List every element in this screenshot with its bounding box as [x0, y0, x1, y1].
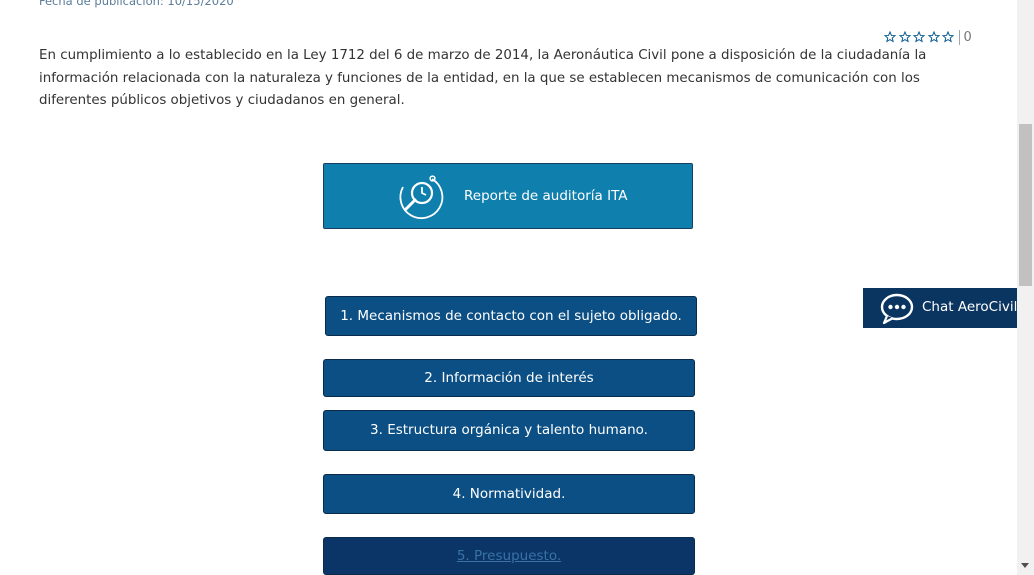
menu-item-contact-mechanisms[interactable]: 1. Mecanismos de contacto con el sujeto …	[325, 296, 697, 336]
star-icon[interactable]	[884, 31, 896, 43]
audit-clock-magnifier-icon	[399, 175, 444, 219]
menu-item-regulations[interactable]: 4. Normatividad.	[323, 474, 695, 514]
intro-paragraph: En cumplimiento a lo establecido en la L…	[39, 48, 927, 108]
ita-button-label: Reporte de auditoría ITA	[464, 188, 628, 204]
star-icon[interactable]	[942, 31, 954, 43]
menu-item-org-structure[interactable]: 3. Estructura orgánica y talento humano.	[323, 410, 695, 451]
chat-aerocivil-button[interactable]: Chat AeroCivil	[863, 288, 1034, 328]
publication-date: Fecha de publicación: 10/15/2020	[39, 0, 234, 8]
scrollbar-thumb[interactable]	[1019, 124, 1032, 286]
star-icon[interactable]	[913, 31, 925, 43]
star-icon[interactable]	[898, 31, 911, 43]
vertical-scrollbar[interactable]	[1017, 0, 1034, 575]
menu-item-information-of-interest[interactable]: 2. Información de interés	[323, 359, 695, 397]
menu-item-budget[interactable]: 5. Presupuesto.	[323, 537, 695, 575]
menu-item-budget-label: 5. Presupuesto.	[456, 548, 562, 564]
rating-count: 0	[963, 29, 972, 45]
scroll-down-arrow-icon[interactable]	[1021, 563, 1029, 568]
star-rating[interactable]: 0	[884, 28, 972, 46]
chat-bubble-icon	[880, 293, 914, 324]
star-icon[interactable]	[927, 31, 940, 43]
rating-divider	[958, 29, 960, 45]
chat-label: Chat AeroCivil	[922, 299, 1018, 315]
ita-audit-report-button[interactable]: Reporte de auditoría ITA	[323, 163, 693, 229]
